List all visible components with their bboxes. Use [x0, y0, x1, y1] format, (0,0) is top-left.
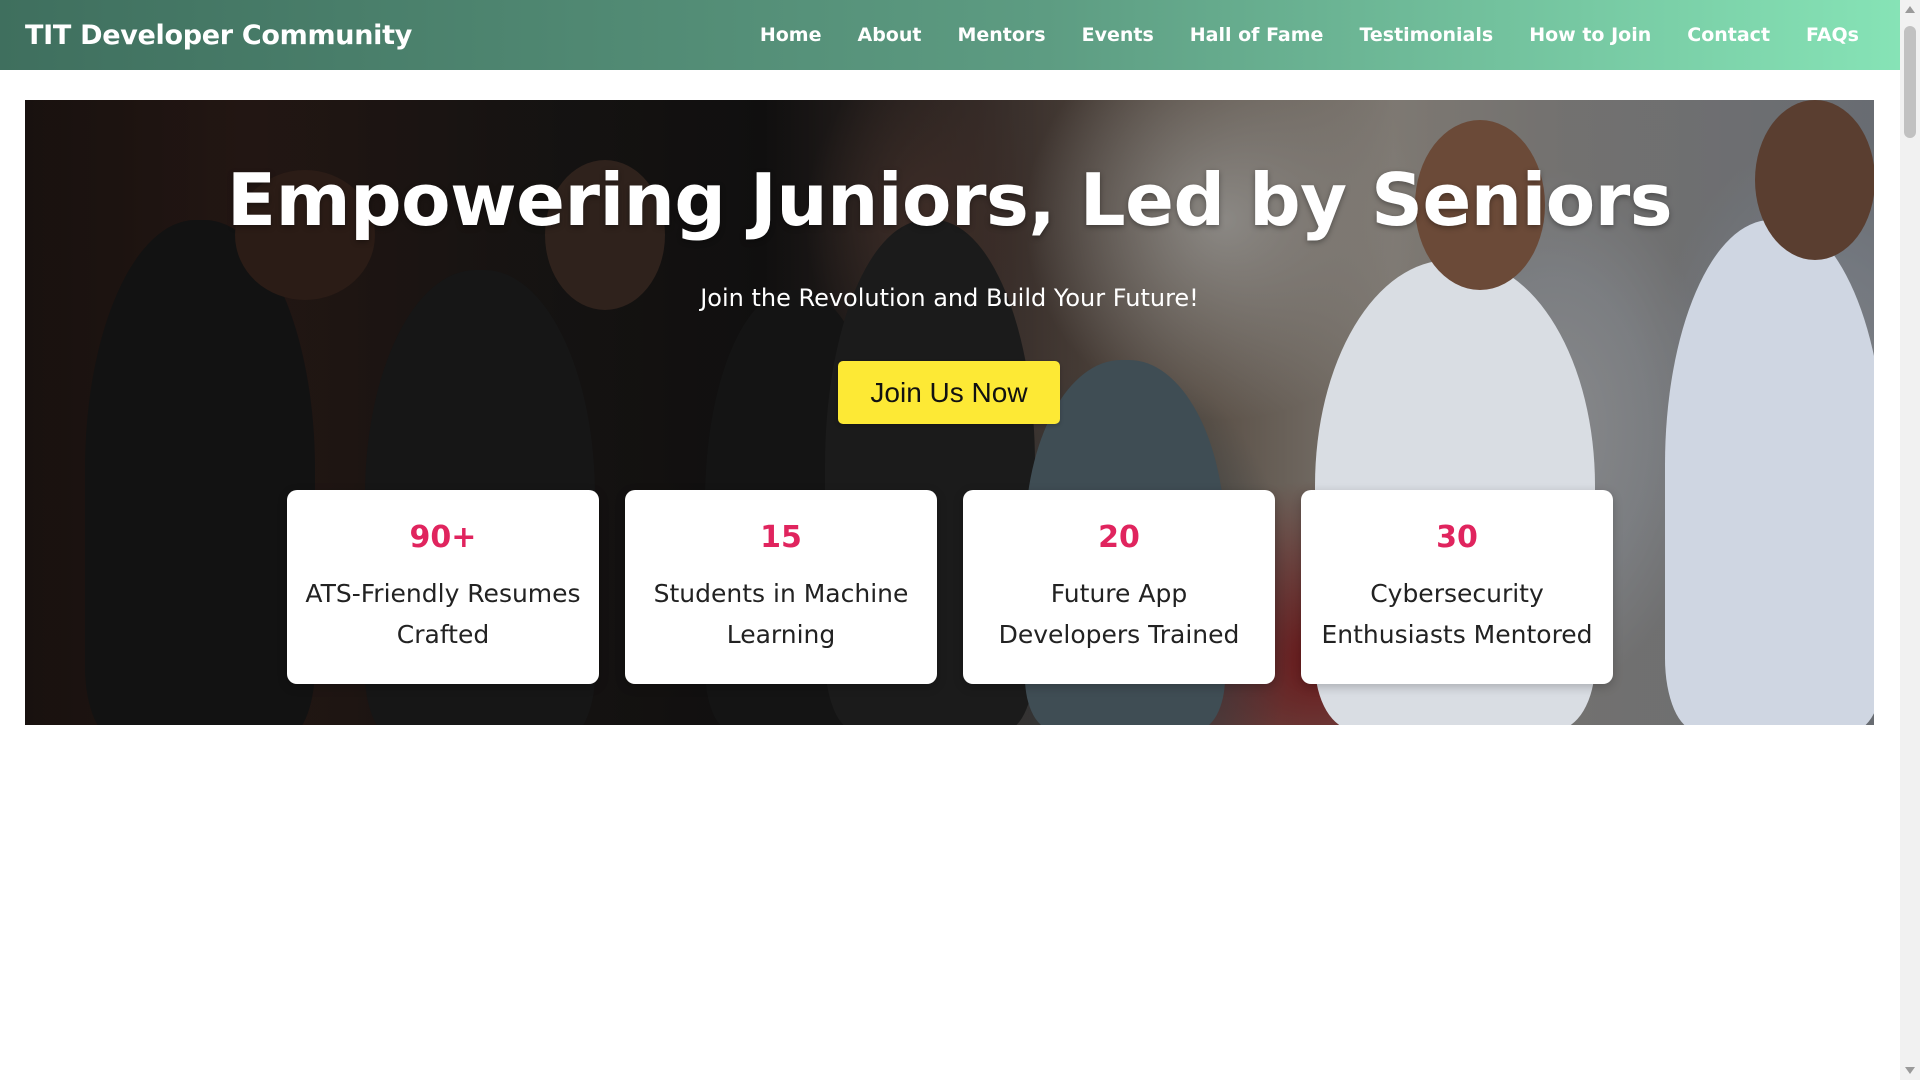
stat-label: Students in Machine Learning: [653, 579, 909, 649]
stat-number: 30: [1436, 520, 1478, 555]
stat-label: ATS-Friendly Resumes Crafted: [305, 579, 581, 649]
hero-title: Empowering Juniors, Led by Seniors: [226, 158, 1673, 242]
stat-card-app-developers: 20 Future App Developers Trained: [963, 490, 1275, 684]
nav-links: Home About Mentors Events Hall of Fame T…: [742, 24, 1875, 46]
navbar: TIT Developer Community Home About Mento…: [0, 0, 1900, 70]
brand-logo-text[interactable]: TIT Developer Community: [25, 20, 412, 51]
page: TIT Developer Community Home About Mento…: [0, 0, 1920, 1080]
vertical-scrollbar[interactable]: [1900, 0, 1920, 1080]
stat-card-resumes: 90+ ATS-Friendly Resumes Crafted: [287, 490, 599, 684]
hero-subtitle: Join the Revolution and Build Your Futur…: [700, 284, 1199, 312]
stat-card-machine-learning: 15 Students in Machine Learning: [625, 490, 937, 684]
nav-link-contact[interactable]: Contact: [1669, 24, 1788, 46]
nav-link-testimonials[interactable]: Testimonials: [1341, 24, 1511, 46]
nav-link-hall-of-fame[interactable]: Hall of Fame: [1172, 24, 1342, 46]
stat-label: Future App Developers Trained: [998, 579, 1240, 649]
stat-label: Cybersecurity Enthusiasts Mentored: [1321, 579, 1593, 649]
nav-link-about[interactable]: About: [839, 24, 939, 46]
stat-number: 90+: [409, 520, 477, 555]
stats-row: 90+ ATS-Friendly Resumes Crafted 15 Stud…: [287, 490, 1613, 684]
scroll-down-arrow-icon[interactable]: [1905, 1067, 1915, 1074]
nav-link-mentors[interactable]: Mentors: [939, 24, 1063, 46]
scrollbar-thumb[interactable]: [1904, 26, 1916, 138]
hero-section: Empowering Juniors, Led by Seniors Join …: [25, 100, 1874, 725]
nav-link-home[interactable]: Home: [742, 24, 840, 46]
stat-number: 20: [1098, 520, 1140, 555]
hero-content: Empowering Juniors, Led by Seniors Join …: [25, 100, 1874, 725]
nav-link-how-to-join[interactable]: How to Join: [1511, 24, 1669, 46]
stat-number: 15: [760, 520, 802, 555]
nav-link-events[interactable]: Events: [1064, 24, 1172, 46]
join-us-now-button[interactable]: Join Us Now: [838, 361, 1060, 424]
nav-link-faqs[interactable]: FAQs: [1788, 24, 1875, 46]
stat-card-cybersecurity: 30 Cybersecurity Enthusiasts Mentored: [1301, 490, 1613, 684]
scroll-up-arrow-icon[interactable]: [1905, 6, 1915, 13]
